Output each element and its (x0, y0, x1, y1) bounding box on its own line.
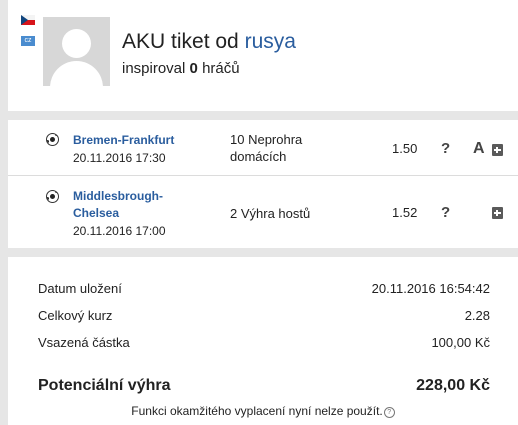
bet-odds: 1.52 (392, 205, 418, 220)
cashout-note: Funkci okamžitého vyplacení nyní nelze p… (8, 404, 518, 418)
match-link[interactable]: Middlesbrough- Chelsea (73, 188, 163, 222)
soccer-ball-icon (46, 133, 59, 146)
bet-tip: 2 Výhra hostů (230, 206, 311, 221)
saved-date-label: Datum uložení (38, 281, 122, 296)
a-badge: A (473, 140, 485, 157)
saved-date-value: 20.11.2016 16:54:42 (371, 281, 490, 296)
inspired-count: 0 (189, 60, 198, 77)
info-icon[interactable]: ? (383, 407, 395, 418)
stake-value: 100,00 Kč (431, 335, 490, 350)
match-link[interactable]: Bremen-Frankfurt (73, 132, 174, 149)
avatar[interactable] (43, 17, 110, 86)
match-datetime: 20.11.2016 17:30 (73, 151, 166, 165)
soccer-ball-icon (46, 190, 59, 203)
bets-list: Bremen-Frankfurt 20.11.2016 17:30 10 Nep… (8, 120, 518, 248)
match-datetime: 20.11.2016 17:00 (73, 224, 166, 238)
locale-badge: cz (21, 36, 35, 46)
bet-odds: 1.50 (392, 141, 418, 156)
title-prefix: AKU tiket od (122, 30, 239, 53)
page-title: AKU tiket od rusya (122, 30, 296, 54)
add-bet-icon[interactable] (492, 207, 503, 219)
username-link[interactable]: rusya (245, 30, 296, 53)
help-icon[interactable]: ? (441, 140, 450, 157)
bet-tip: 10 Neprohra domácích (230, 132, 303, 164)
total-odds-value: 2.28 (464, 308, 490, 323)
ticket-summary: Datum uložení 20.11.2016 16:54:42 Celkov… (8, 257, 518, 425)
total-odds-label: Celkový kurz (38, 308, 113, 323)
inspired-count-text: inspiroval 0 hráčů (122, 60, 240, 77)
czech-flag-icon (21, 15, 35, 25)
ticket-header: cz AKU tiket od rusya inspiroval 0 hráčů (8, 0, 518, 111)
bet-row: Bremen-Frankfurt 20.11.2016 17:30 10 Nep… (8, 120, 518, 176)
potential-win-label: Potenciální výhra (38, 377, 171, 394)
bet-row: Middlesbrough- Chelsea 20.11.2016 17:00 … (8, 176, 518, 248)
stake-label: Vsazená částka (38, 335, 130, 350)
add-bet-icon[interactable] (492, 144, 503, 156)
help-icon[interactable]: ? (441, 204, 450, 221)
potential-win-value: 228,00 Kč (416, 377, 490, 394)
